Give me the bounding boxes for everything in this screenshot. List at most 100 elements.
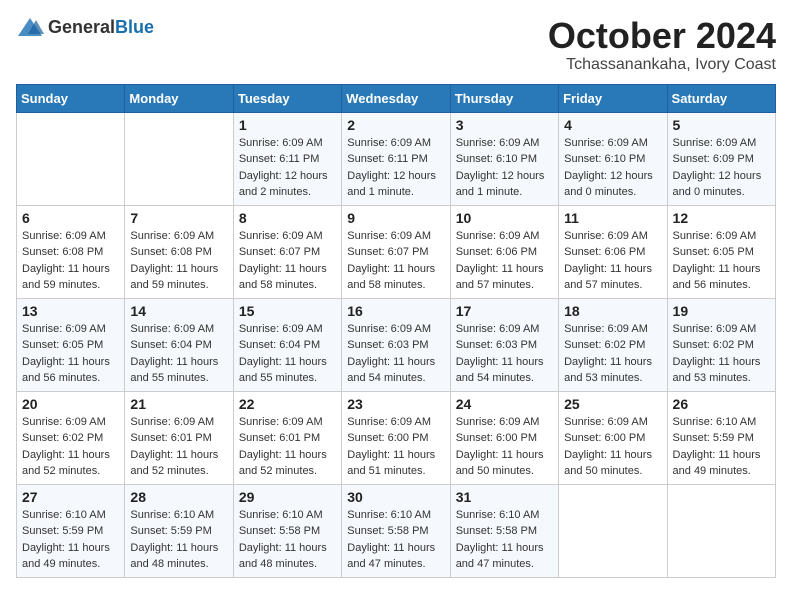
day-number: 28: [130, 489, 227, 505]
calendar-cell: 26 Sunrise: 6:10 AM Sunset: 5:59 PM Dayli…: [667, 391, 775, 484]
day-number: 20: [22, 396, 119, 412]
day-number: 30: [347, 489, 444, 505]
logo-text-blue: Blue: [115, 17, 154, 37]
calendar-cell: 16 Sunrise: 6:09 AM Sunset: 6:03 PM Dayli…: [342, 298, 450, 391]
day-number: 1: [239, 117, 336, 133]
day-number: 6: [22, 210, 119, 226]
calendar-week-row: 27 Sunrise: 6:10 AM Sunset: 5:59 PM Dayli…: [17, 484, 776, 577]
calendar-cell: 15Sunrise: 6:09 AM Sunset: 6:04 PM Dayli…: [233, 298, 341, 391]
weekday-header: Saturday: [667, 84, 775, 112]
day-number: 5: [673, 117, 770, 133]
day-number: 11: [564, 210, 661, 226]
day-number: 3: [456, 117, 553, 133]
day-info: Sunrise: 6:09 AM Sunset: 6:11 PM Dayligh…: [239, 135, 336, 201]
weekday-header: Monday: [125, 84, 233, 112]
calendar-cell: 31 Sunrise: 6:10 AM Sunset: 5:58 PM Dayli…: [450, 484, 558, 577]
calendar-cell: [125, 112, 233, 205]
calendar-cell: 12 Sunrise: 6:09 AM Sunset: 6:05 PM Dayli…: [667, 205, 775, 298]
calendar-cell: 20 Sunrise: 6:09 AM Sunset: 6:02 PM Dayli…: [17, 391, 125, 484]
logo-icon: [16, 16, 44, 38]
day-info: Sunrise: 6:09 AM Sunset: 6:01 PM Dayligh…: [239, 414, 336, 480]
calendar-cell: 18 Sunrise: 6:09 AM Sunset: 6:02 PM Dayli…: [559, 298, 667, 391]
day-info: Sunrise: 6:09 AM Sunset: 6:01 PM Dayligh…: [130, 414, 227, 480]
calendar-cell: 4Sunrise: 6:09 AM Sunset: 6:10 PM Daylig…: [559, 112, 667, 205]
day-number: 16: [347, 303, 444, 319]
day-number: 27: [22, 489, 119, 505]
logo-text-general: General: [48, 17, 115, 37]
calendar-week-row: 6 Sunrise: 6:09 AM Sunset: 6:08 PM Daylig…: [17, 205, 776, 298]
day-number: 29: [239, 489, 336, 505]
day-info: Sunrise: 6:09 AM Sunset: 6:04 PM Dayligh…: [239, 321, 336, 387]
day-info: Sunrise: 6:09 AM Sunset: 6:11 PM Dayligh…: [347, 135, 444, 201]
day-info: Sunrise: 6:09 AM Sunset: 6:00 PM Dayligh…: [456, 414, 553, 480]
calendar-cell: 29 Sunrise: 6:10 AM Sunset: 5:58 PM Dayli…: [233, 484, 341, 577]
weekday-row: SundayMondayTuesdayWednesdayThursdayFrid…: [17, 84, 776, 112]
day-info: Sunrise: 6:10 AM Sunset: 5:59 PM Dayligh…: [22, 507, 119, 573]
location-title: Tchassanankaha, Ivory Coast: [548, 56, 776, 74]
calendar-cell: 28Sunrise: 6:10 AM Sunset: 5:59 PM Dayli…: [125, 484, 233, 577]
day-number: 8: [239, 210, 336, 226]
calendar-cell: [559, 484, 667, 577]
calendar-cell: 17Sunrise: 6:09 AM Sunset: 6:03 PM Dayli…: [450, 298, 558, 391]
day-number: 12: [673, 210, 770, 226]
day-info: Sunrise: 6:09 AM Sunset: 6:07 PM Dayligh…: [239, 228, 336, 294]
day-number: 31: [456, 489, 553, 505]
calendar-header: SundayMondayTuesdayWednesdayThursdayFrid…: [17, 84, 776, 112]
calendar-week-row: 20 Sunrise: 6:09 AM Sunset: 6:02 PM Dayli…: [17, 391, 776, 484]
calendar-cell: 7 Sunrise: 6:09 AM Sunset: 6:08 PM Daylig…: [125, 205, 233, 298]
day-info: Sunrise: 6:10 AM Sunset: 5:59 PM Dayligh…: [673, 414, 770, 480]
calendar-cell: 27 Sunrise: 6:10 AM Sunset: 5:59 PM Dayli…: [17, 484, 125, 577]
calendar-cell: 9 Sunrise: 6:09 AM Sunset: 6:07 PM Daylig…: [342, 205, 450, 298]
day-info: Sunrise: 6:09 AM Sunset: 6:00 PM Dayligh…: [347, 414, 444, 480]
calendar-cell: 3 Sunrise: 6:09 AM Sunset: 6:10 PM Daylig…: [450, 112, 558, 205]
day-info: Sunrise: 6:10 AM Sunset: 5:58 PM Dayligh…: [239, 507, 336, 573]
calendar-cell: 8 Sunrise: 6:09 AM Sunset: 6:07 PM Daylig…: [233, 205, 341, 298]
day-info: Sunrise: 6:09 AM Sunset: 6:03 PM Dayligh…: [347, 321, 444, 387]
calendar-cell: 13 Sunrise: 6:09 AM Sunset: 6:05 PM Dayli…: [17, 298, 125, 391]
day-number: 22: [239, 396, 336, 412]
day-info: Sunrise: 6:09 AM Sunset: 6:06 PM Dayligh…: [564, 228, 661, 294]
day-info: Sunrise: 6:09 AM Sunset: 6:05 PM Dayligh…: [22, 321, 119, 387]
day-info: Sunrise: 6:09 AM Sunset: 6:07 PM Dayligh…: [347, 228, 444, 294]
calendar-cell: 25 Sunrise: 6:09 AM Sunset: 6:00 PM Dayli…: [559, 391, 667, 484]
calendar-cell: 14Sunrise: 6:09 AM Sunset: 6:04 PM Dayli…: [125, 298, 233, 391]
calendar-cell: [667, 484, 775, 577]
calendar-cell: 19Sunrise: 6:09 AM Sunset: 6:02 PM Dayli…: [667, 298, 775, 391]
weekday-header: Sunday: [17, 84, 125, 112]
day-info: Sunrise: 6:09 AM Sunset: 6:10 PM Dayligh…: [456, 135, 553, 201]
day-info: Sunrise: 6:09 AM Sunset: 6:08 PM Dayligh…: [130, 228, 227, 294]
day-number: 17: [456, 303, 553, 319]
calendar-cell: 30 Sunrise: 6:10 AM Sunset: 5:58 PM Dayli…: [342, 484, 450, 577]
day-number: 18: [564, 303, 661, 319]
day-number: 21: [130, 396, 227, 412]
day-info: Sunrise: 6:09 AM Sunset: 6:00 PM Dayligh…: [564, 414, 661, 480]
day-info: Sunrise: 6:10 AM Sunset: 5:58 PM Dayligh…: [456, 507, 553, 573]
day-number: 9: [347, 210, 444, 226]
title-area: October 2024 Tchassanankaha, Ivory Coast: [548, 16, 776, 74]
logo: GeneralBlue: [16, 16, 154, 38]
weekday-header: Friday: [559, 84, 667, 112]
calendar-cell: 23 Sunrise: 6:09 AM Sunset: 6:00 PM Dayli…: [342, 391, 450, 484]
page-header: GeneralBlue October 2024 Tchassanankaha,…: [16, 16, 776, 74]
calendar-cell: 10Sunrise: 6:09 AM Sunset: 6:06 PM Dayli…: [450, 205, 558, 298]
month-title: October 2024: [548, 16, 776, 56]
day-number: 24: [456, 396, 553, 412]
day-info: Sunrise: 6:10 AM Sunset: 5:58 PM Dayligh…: [347, 507, 444, 573]
day-info: Sunrise: 6:09 AM Sunset: 6:02 PM Dayligh…: [22, 414, 119, 480]
calendar-cell: 21 Sunrise: 6:09 AM Sunset: 6:01 PM Dayli…: [125, 391, 233, 484]
day-number: 26: [673, 396, 770, 412]
calendar-cell: 2Sunrise: 6:09 AM Sunset: 6:11 PM Daylig…: [342, 112, 450, 205]
calendar-cell: 1 Sunrise: 6:09 AM Sunset: 6:11 PM Daylig…: [233, 112, 341, 205]
calendar-week-row: 1 Sunrise: 6:09 AM Sunset: 6:11 PM Daylig…: [17, 112, 776, 205]
calendar-table: SundayMondayTuesdayWednesdayThursdayFrid…: [16, 84, 776, 578]
day-info: Sunrise: 6:09 AM Sunset: 6:02 PM Dayligh…: [673, 321, 770, 387]
day-info: Sunrise: 6:09 AM Sunset: 6:10 PM Dayligh…: [564, 135, 661, 201]
day-number: 7: [130, 210, 227, 226]
calendar-cell: 6Sunrise: 6:09 AM Sunset: 6:08 PM Daylig…: [17, 205, 125, 298]
day-info: Sunrise: 6:09 AM Sunset: 6:05 PM Dayligh…: [673, 228, 770, 294]
day-info: Sunrise: 6:09 AM Sunset: 6:02 PM Dayligh…: [564, 321, 661, 387]
day-number: 23: [347, 396, 444, 412]
day-number: 13: [22, 303, 119, 319]
weekday-header: Thursday: [450, 84, 558, 112]
day-number: 25: [564, 396, 661, 412]
